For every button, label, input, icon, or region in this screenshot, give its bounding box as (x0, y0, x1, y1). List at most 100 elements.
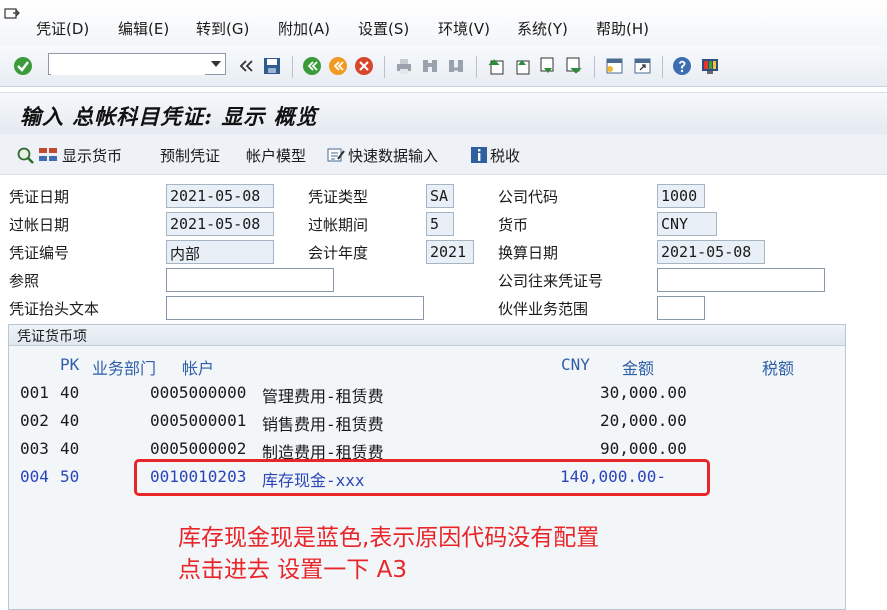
fast-entry-label: 快速数据输入 (348, 147, 439, 165)
toolbar-separator (662, 56, 663, 78)
toolbar-separator (292, 56, 293, 78)
partner-ba-label: 伙伴业务范围 (498, 300, 589, 318)
menu-settings[interactable]: 设置(S) (358, 18, 409, 39)
system-menu-icon[interactable] (4, 6, 20, 22)
company-code-label: 公司代码 (498, 188, 559, 206)
row-1-account[interactable]: 0005000000 (150, 383, 246, 402)
annotation-line-2: 点击进去 设置一下 A3 (178, 557, 407, 583)
row-3-amount: 90,000.00 (600, 439, 687, 458)
first-page-icon[interactable] (486, 56, 506, 76)
intercompany-label: 公司往来凭证号 (498, 272, 604, 290)
row-4-number[interactable]: 004 (20, 467, 49, 486)
header-text-field[interactable] (166, 296, 424, 320)
title-bar: 输入 总帐科目凭证: 显示 概览 (0, 92, 887, 136)
period-label: 过帐期间 (308, 216, 369, 234)
currency-icon (39, 148, 57, 161)
toolbar-separator (384, 56, 385, 78)
doc-date-label: 凭证日期 (9, 188, 70, 206)
document-header: 凭证日期 2021-05-08 凭证类型 SA 公司代码 1000 过帐日期 2… (0, 176, 887, 326)
column-header-currency: CNY (561, 355, 590, 374)
standard-toolbar (0, 46, 887, 87)
menu-system[interactable]: 系统(Y) (517, 18, 568, 39)
header-text-label: 凭证抬头文本 (9, 300, 100, 318)
help-icon[interactable] (672, 56, 692, 76)
check-icon[interactable] (13, 56, 33, 76)
find-icon[interactable] (420, 56, 440, 76)
account-model-button[interactable]: 帐户模型 (246, 145, 306, 166)
row-1-description: 管理费用-租赁费 (262, 387, 384, 406)
save-icon[interactable] (262, 56, 282, 76)
fiscal-year-field: 2021 (426, 240, 474, 264)
find-next-icon[interactable] (446, 56, 466, 76)
column-header-amount: 金额 (622, 359, 655, 378)
menu-goto[interactable]: 转到(G) (196, 18, 249, 39)
currency-label: 货币 (498, 216, 529, 234)
translation-date-field: 2021-05-08 (657, 240, 765, 264)
column-header-account: 帐户 (182, 359, 215, 378)
print-icon[interactable] (394, 56, 414, 76)
last-page-icon[interactable] (564, 56, 584, 76)
row-3-pk: 40 (60, 439, 80, 458)
info-icon (471, 147, 487, 163)
annotation-line-1: 库存现金现是蓝色,表示原因代码没有配置 (178, 525, 600, 551)
menu-extras[interactable]: 附加(A) (278, 18, 330, 39)
annotation-highlight-box (134, 459, 710, 496)
row-3-account[interactable]: 0005000002 (150, 439, 246, 458)
menu-edit[interactable]: 编辑(E) (118, 18, 169, 39)
park-document-button[interactable]: 预制凭证 (160, 145, 220, 166)
new-session-icon[interactable] (604, 56, 624, 76)
display-currency-label: 显示货币 (62, 147, 123, 165)
page-title: 输入 总帐科目凭证: 显示 概览 (20, 104, 318, 129)
doc-number-label: 凭证编号 (9, 244, 70, 262)
row-2-account[interactable]: 0005000001 (150, 411, 246, 430)
command-field[interactable] (48, 53, 226, 75)
period-field: 5 (426, 212, 454, 236)
fast-entry-icon (327, 148, 345, 162)
layout-icon[interactable] (700, 56, 720, 76)
row-1-amount: 30,000.00 (600, 383, 687, 402)
intercompany-field[interactable] (657, 268, 825, 292)
next-page-icon[interactable] (538, 56, 558, 76)
toolbar-separator (476, 56, 477, 78)
menu-document[interactable]: 凭证(D) (36, 18, 89, 39)
tax-button[interactable]: 税收 (470, 145, 520, 166)
row-1-number[interactable]: 001 (20, 383, 49, 402)
application-toolbar: 显示货币 预制凭证 帐户模型 快速数据输入 税收 (0, 134, 887, 175)
partner-ba-field[interactable] (657, 296, 705, 320)
doc-type-field: SA (426, 184, 454, 208)
back-icon[interactable] (302, 56, 322, 76)
row-2-amount: 20,000.00 (600, 411, 687, 430)
exit-icon[interactable] (328, 56, 348, 76)
reference-field[interactable] (166, 268, 334, 292)
search-icon (17, 147, 34, 164)
doc-date-field: 2021-05-08 (166, 184, 274, 208)
column-header-pk: PK (60, 355, 80, 374)
menu-help[interactable]: 帮助(H) (596, 18, 649, 39)
menu-environment[interactable]: 环境(V) (438, 18, 490, 39)
column-header-business-area: 业务部门 (92, 359, 157, 378)
toolbar-separator (594, 56, 595, 78)
doc-number-field: 内部 (166, 240, 274, 264)
group-title: 凭证货币项 (17, 329, 87, 345)
group-title-bar: 凭证货币项 (9, 325, 845, 346)
reference-label: 参照 (9, 272, 40, 290)
posting-date-label: 过帐日期 (9, 216, 70, 234)
command-input[interactable] (51, 55, 205, 75)
company-code-field: 1000 (657, 184, 705, 208)
shortcut-icon[interactable] (632, 56, 652, 76)
currency-field: CNY (657, 212, 717, 236)
row-3-number[interactable]: 003 (20, 439, 49, 458)
back-arrows-icon[interactable] (236, 56, 256, 76)
fast-entry-button[interactable]: 快速数据输入 (326, 145, 438, 166)
cancel-icon[interactable] (354, 56, 374, 76)
tax-label: 税收 (490, 147, 521, 165)
translation-date-label: 换算日期 (498, 244, 559, 262)
column-header-tax: 税额 (762, 359, 795, 378)
doc-type-label: 凭证类型 (308, 188, 369, 206)
display-currency-button[interactable]: 显示货币 (16, 145, 122, 166)
row-4-pk: 50 (60, 467, 80, 486)
prev-page-icon[interactable] (512, 56, 532, 76)
posting-date-field: 2021-05-08 (166, 212, 274, 236)
chevron-down-icon[interactable] (211, 61, 221, 67)
row-2-number[interactable]: 002 (20, 411, 49, 430)
